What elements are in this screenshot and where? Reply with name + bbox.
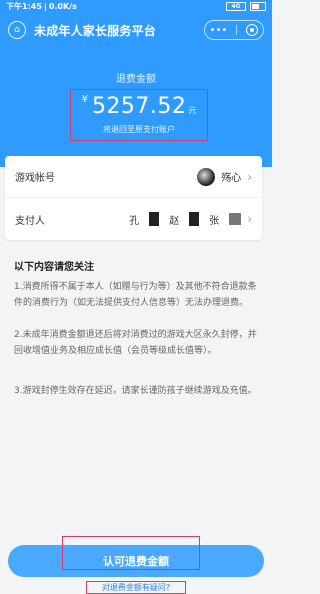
- redaction-block: [189, 212, 200, 226]
- payer-name-2: 赵: [169, 215, 180, 227]
- game-account-label: 游戏帐号: [15, 173, 55, 184]
- top-navigation: ⌂ 未成年人家长服务平台 •••: [0, 13, 272, 47]
- battery-icon: [250, 2, 266, 11]
- close-circle-icon[interactable]: [246, 24, 259, 36]
- capsule-divider: [236, 25, 238, 35]
- chevron-right-icon: ›: [247, 212, 252, 226]
- currency-symbol: ¥: [81, 94, 88, 105]
- page-title: 未成年人家长服务平台: [34, 23, 157, 38]
- payer-row[interactable]: 支付人 孔 赵 张 ›: [5, 198, 262, 240]
- refund-amount-highlight: ¥5257.52 元 将退回至原支付账户: [70, 89, 208, 141]
- refund-amount: ¥5257.52 元: [71, 94, 207, 119]
- avatar: [197, 167, 216, 186]
- notice-item: 1.消费所得不属于本人（如赠与行为等）及其他不符合退款条件的消费行为（如无法提供…: [14, 282, 257, 308]
- notice-item: 2.未成年消费金额退还后将对消费过的游戏大区永久封停，并回收增值业务及相应成长值…: [14, 330, 257, 356]
- redaction-block: [229, 213, 242, 225]
- refund-destination-note: 将退回至原支付账户: [103, 125, 175, 134]
- payer-list: 孔 赵 张: [129, 212, 242, 227]
- status-icons: 4G: [226, 2, 266, 11]
- payer-value-wrap: 孔 赵 张 ›: [129, 212, 252, 227]
- refund-hero: 退费金额 ¥5257.52 元 将退回至原支付账户: [0, 47, 272, 167]
- status-separator: |: [43, 2, 47, 11]
- payer-label: 支付人: [15, 215, 45, 227]
- payer-name-3: 张: [209, 215, 220, 227]
- status-time: 下午1:45: [6, 2, 42, 11]
- chevron-right-icon: ›: [247, 169, 252, 184]
- home-icon[interactable]: ⌂: [8, 21, 26, 39]
- redaction-block: [149, 212, 160, 226]
- status-speed: 0.0K/s: [48, 2, 77, 11]
- game-account-row[interactable]: 游戏帐号 殇心 ›: [5, 156, 262, 198]
- amount-value: 5257.52: [91, 94, 187, 119]
- game-account-value: 殇心: [221, 173, 242, 184]
- amount-unit: 元: [188, 106, 197, 115]
- status-bar: 下午1:45 | 0.0K/s 4G: [0, 0, 272, 13]
- miniprogram-capsule: •••: [204, 20, 264, 40]
- more-icon[interactable]: •••: [210, 25, 228, 36]
- signal-icon: 4G: [226, 2, 246, 11]
- refund-label: 退费金额: [116, 74, 156, 85]
- notice-title: 以下内容请您关注: [14, 262, 94, 273]
- dispute-link[interactable]: 对退费金额有疑问?: [0, 582, 272, 593]
- notice-item: 3.游戏封停生效存在延迟，请家长谨防孩子继续游戏及充值。: [14, 386, 257, 396]
- game-account-value-wrap: 殇心 ›: [197, 167, 252, 186]
- payer-name-1: 孔: [129, 215, 140, 227]
- account-info-card: 游戏帐号 殇心 › 支付人 孔 赵 张 ›: [5, 156, 262, 240]
- confirm-button-highlight: [62, 536, 200, 570]
